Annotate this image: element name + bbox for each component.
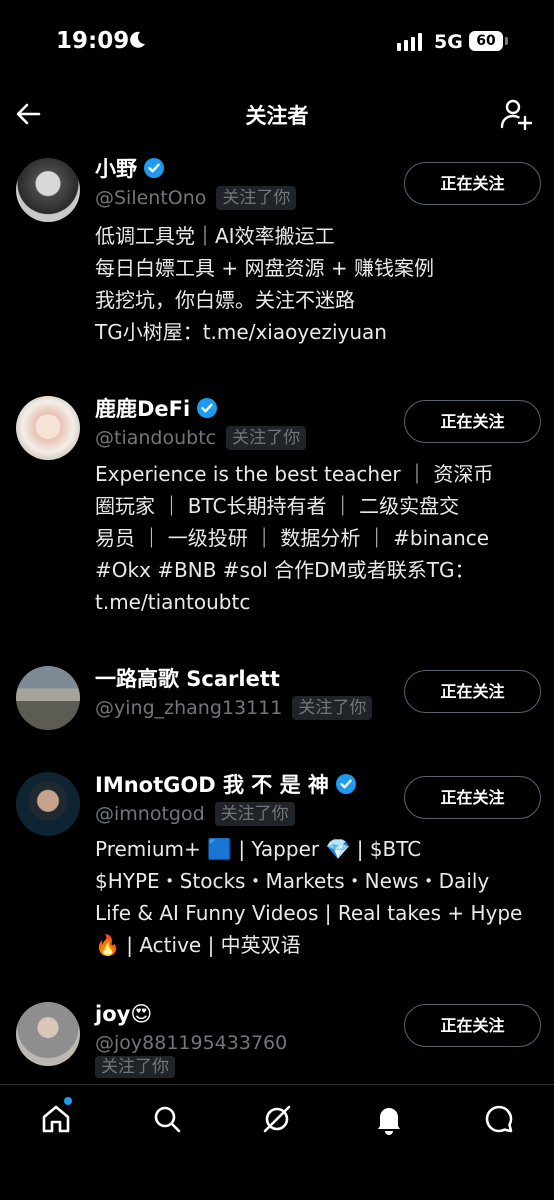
verified-badge-icon: [144, 158, 164, 178]
bio-line: Experience is the best teacher ｜ 资深币: [95, 462, 494, 486]
moon-icon: [130, 31, 145, 48]
user-name[interactable]: IMnotGOD 我 不 是 神: [95, 769, 329, 799]
messages-icon[interactable]: [482, 1102, 516, 1136]
verified-badge-icon: [335, 774, 356, 794]
bio-line: 易员 ｜ 一级投研 ｜ 数据分析 ｜ #binance: [95, 526, 490, 550]
bio-line[interactable]: TG小树屋：t.me/xiaoyeziyuan: [95, 316, 545, 348]
handle-line: @SilentOno 关注了你: [95, 186, 297, 210]
battery-icon: 60: [469, 31, 503, 51]
user-handle: @imnotgod: [95, 803, 205, 825]
user-name-line: IMnotGOD 我 不 是 神: [95, 770, 357, 798]
follows-you-badge: 关注了你: [95, 1056, 175, 1078]
follows-you-badge: 关注了你: [292, 696, 373, 720]
user-header: IMnotGOD 我 不 是 神 @imnotgod 关注了你: [95, 770, 357, 826]
bottom-tab-bar: [0, 1084, 554, 1200]
home-icon[interactable]: [39, 1102, 73, 1136]
user-name-line: 小野: [95, 154, 296, 182]
status-time: 19:09: [56, 28, 130, 54]
status-bar: 19:09 5G 60: [0, 0, 554, 84]
follows-you-badge: 关注了你: [226, 426, 307, 450]
user-header: joy😍 @joy881195433760 关注了你: [95, 1000, 287, 1078]
user-row[interactable]: IMnotGOD 我 不 是 神 @imnotgod 关注了你 正在关注 Pre…: [0, 766, 554, 966]
user-name[interactable]: 小野: [95, 153, 137, 183]
handle-line: @joy881195433760: [95, 1032, 287, 1054]
user-header: 小野 @SilentOno 关注了你: [95, 154, 297, 210]
bio-line[interactable]: t.me/tiantoubtc: [95, 586, 545, 618]
page-title: 关注者: [245, 104, 309, 128]
avatar[interactable]: [16, 158, 80, 222]
user-bio: Experience is the best teacher ｜ 资深币 圈玩家…: [95, 458, 545, 618]
user-name[interactable]: 一路高歌 Scarlett: [95, 663, 280, 693]
handle-line: @ying_zhang13111 关注了你: [95, 696, 373, 720]
user-name[interactable]: 鹿鹿DeFi: [95, 393, 190, 423]
user-name[interactable]: joy😍: [95, 1002, 152, 1026]
user-header: 鹿鹿DeFi @tiandoubtc 关注了你: [95, 394, 307, 450]
user-row[interactable]: 鹿鹿DeFi @tiandoubtc 关注了你 正在关注 Experience …: [0, 388, 554, 638]
top-nav-bar: 关注者: [0, 84, 554, 146]
user-header: 一路高歌 Scarlett @ying_zhang13111 关注了你: [95, 664, 373, 720]
user-name-line: 鹿鹿DeFi: [95, 394, 306, 422]
battery-tip: [505, 37, 508, 45]
bio-line: $HYPE・Stocks・Markets・News・Daily: [95, 869, 490, 893]
bio-line: Premium+ 🟦 | Yapper 💎 | $BTC: [95, 837, 422, 861]
bio-line: 我挖坑，你白嫖。关注不迷路: [95, 288, 355, 312]
handle-line: @imnotgod 关注了你: [95, 802, 357, 826]
verified-badge-icon: [197, 398, 218, 418]
following-button[interactable]: 正在关注: [404, 400, 541, 443]
avatar[interactable]: [16, 666, 80, 730]
following-button[interactable]: 正在关注: [404, 1004, 541, 1047]
search-icon[interactable]: [150, 1102, 184, 1136]
avatar[interactable]: [16, 772, 80, 836]
avatar[interactable]: [16, 1002, 80, 1066]
following-button[interactable]: 正在关注: [404, 162, 541, 205]
follows-you-badge: 关注了你: [214, 802, 295, 826]
notifications-icon[interactable]: [372, 1102, 406, 1136]
user-row[interactable]: 小野 @SilentOno 关注了你 正在关注 低调工具党｜AI效率搬运工 每日…: [0, 150, 554, 360]
avatar[interactable]: [16, 396, 80, 460]
follows-you-badge: 关注了你: [216, 186, 297, 210]
bio-line: 低调工具党｜AI效率搬运工: [95, 224, 335, 248]
bio-line: 🔥 | Active | 中英双语: [95, 933, 301, 957]
user-name-line: joy😍: [95, 1000, 287, 1028]
following-button[interactable]: 正在关注: [404, 776, 541, 819]
user-name-line: 一路高歌 Scarlett: [95, 664, 372, 692]
user-bio: 低调工具党｜AI效率搬运工 每日白嫖工具 + 网盘资源 + 赚钱案例 我挖坑，你…: [95, 220, 545, 348]
user-handle: @ying_zhang13111: [95, 697, 283, 719]
handle-line: @tiandoubtc 关注了你: [95, 426, 307, 450]
user-handle: @joy881195433760: [95, 1032, 288, 1054]
user-row[interactable]: joy😍 @joy881195433760 关注了你 正在关注: [0, 996, 554, 1084]
user-row[interactable]: 一路高歌 Scarlett @ying_zhang13111 关注了你 正在关注: [0, 660, 554, 740]
following-button[interactable]: 正在关注: [404, 670, 541, 713]
user-bio: Premium+ 🟦 | Yapper 💎 | $BTC $HYPE・Stock…: [95, 833, 545, 961]
bio-line: 每日白嫖工具 + 网盘资源 + 赚钱案例: [95, 256, 434, 280]
grok-icon[interactable]: [260, 1102, 294, 1136]
signal-icon: [397, 33, 425, 51]
user-handle: @tiandoubtc: [95, 427, 217, 449]
add-user-icon[interactable]: [498, 96, 534, 132]
bio-line: 圈玩家 ｜ BTC长期持有者 ｜ 二级实盘交: [95, 494, 460, 518]
bio-line: Life & AI Funny Videos | Real takes + Hy…: [95, 901, 523, 925]
bio-line: #Okx #BNB #sol 合作DM或者联系TG：: [95, 558, 475, 582]
network-type: 5G: [434, 31, 463, 53]
user-handle: @SilentOno: [95, 187, 207, 209]
notification-dot: [64, 1097, 72, 1105]
